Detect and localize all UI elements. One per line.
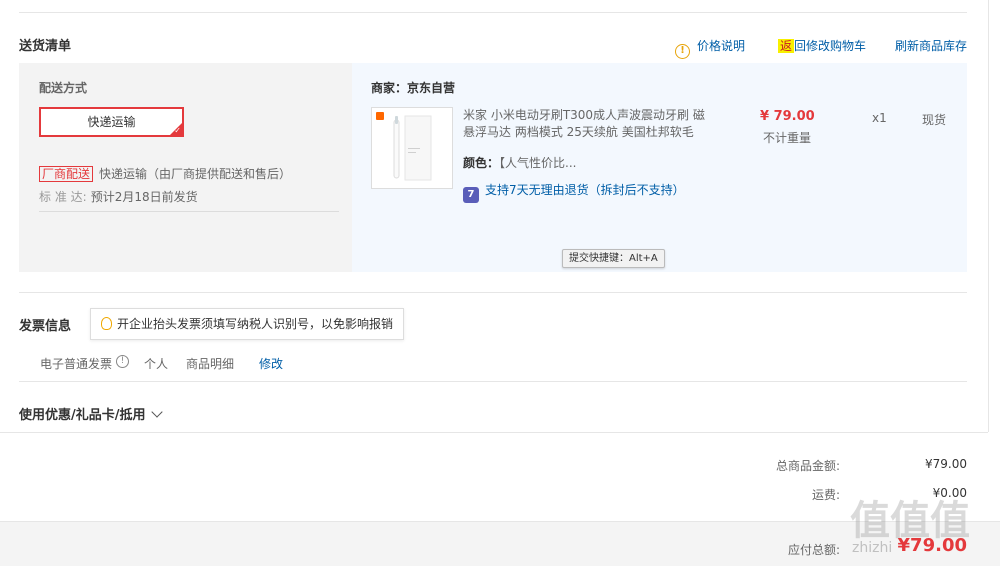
eta-row: 标 准 达: 预计2月18日前发货 [39,188,198,205]
return-policy-text: 支持7天无理由退货（拆封后不支持） [485,183,685,197]
content-bottom-border [0,432,988,433]
return-badge: 返 [778,39,795,53]
total-payable-label: 应付总额: [787,543,840,557]
warning-icon: ! [675,44,690,59]
watermark-logo: 值值值 [850,498,970,544]
lightbulb-icon [101,317,112,330]
invoice-details-row: 电子普通发票 ! 个人 商品明细 修改 [40,355,283,372]
product-panel: 商家：京东自营 米家 小米电动牙刷T300成人声波震动牙刷 磁悬浮马达 两档模式… [352,63,967,272]
product-stock-status: 现货 [922,113,947,127]
submit-shortcut-tooltip: 提交快捷键：Alt+A [562,249,665,268]
invoice-detail: 商品明细 [186,357,235,371]
price-note-link[interactable]: ! 价格说明 [675,37,745,59]
shipping-method-label: 配送方式 [39,81,88,95]
product-price: ¥ 79.00 [760,109,815,124]
shipping-panel: 配送方式 快递运输 ✓ 厂商配送 快递运输（由厂商提供配送和售后） 标 准 达: 预… [19,63,352,272]
content-right-border [988,0,989,432]
goods-total-label: 总商品金额: [775,459,840,473]
refresh-stock-link[interactable]: 刷新商品库存 [895,37,967,54]
vendor-delivery-text: 快递运输（由厂商提供配送和售后） [99,167,292,181]
section-divider [19,292,967,293]
seven-day-return-icon: 7 [463,187,479,203]
product-name-link[interactable]: 米家 小米电动牙刷T300成人声波震动牙刷 磁悬浮马达 两档模式 25天续航 美… [463,107,713,141]
checkmark-icon: ✓ [174,126,181,135]
product-quantity: x1 [872,111,887,125]
eta-value: 预计2月18日前发货 [90,190,198,204]
section-divider [19,381,967,382]
invoice-section-title: 发票信息 [19,319,72,334]
merchant-name: 商家：京东自营 [371,81,456,95]
invoice-tip-bubble: 开企业抬头发票须填写纳税人识别号，以免影响报销 [90,308,405,340]
watermark-site: zhizhi [852,540,893,556]
chevron-down-icon [150,406,163,418]
product-color-row: 颜色：【人气性价比... [463,154,576,171]
back-to-cart-link[interactable]: 返回修改购物车 [778,37,866,54]
goods-total-value: ¥79.00 [925,457,967,471]
express-shipping-label: 快递运输 [87,115,136,129]
mi-logo-icon [376,112,384,120]
product-thumbnail[interactable] [371,107,453,189]
express-shipping-option[interactable]: 快递运输 ✓ [39,107,184,137]
delivery-section-title: 送货清单 [19,39,72,54]
return-policy-link[interactable]: 7 支持7天无理由退货（拆封后不支持） [463,181,685,203]
vendor-delivery-tag: 厂商配送 [39,166,94,182]
toothbrush-image [393,115,432,181]
vendor-delivery-row: 厂商配送 快递运输（由厂商提供配送和售后） [39,165,291,182]
invoice-tip-text: 开企业抬头发票须填写纳税人识别号，以免影响报销 [117,317,394,331]
coupon-title: 使用优惠/礼品卡/抵用 [19,408,146,423]
back-to-cart-label: 回修改购物车 [794,39,867,53]
price-note-label: 价格说明 [697,39,746,53]
color-label: 颜色： [463,156,500,170]
invoice-modify-link[interactable]: 修改 [259,355,283,372]
product-weight: 不计重量 [763,131,812,145]
shipping-divider [39,211,339,212]
invoice-person: 个人 [144,357,169,371]
invoice-type: 电子普通发票 [40,357,113,371]
info-icon[interactable]: ! [116,355,130,368]
freight-label: 运费: [811,488,840,502]
eta-label: 标 准 达: [39,190,87,204]
coupon-toggle[interactable]: 使用优惠/礼品卡/抵用 [19,404,163,423]
top-divider [19,12,967,13]
color-value: 【人气性价比... [499,156,577,170]
